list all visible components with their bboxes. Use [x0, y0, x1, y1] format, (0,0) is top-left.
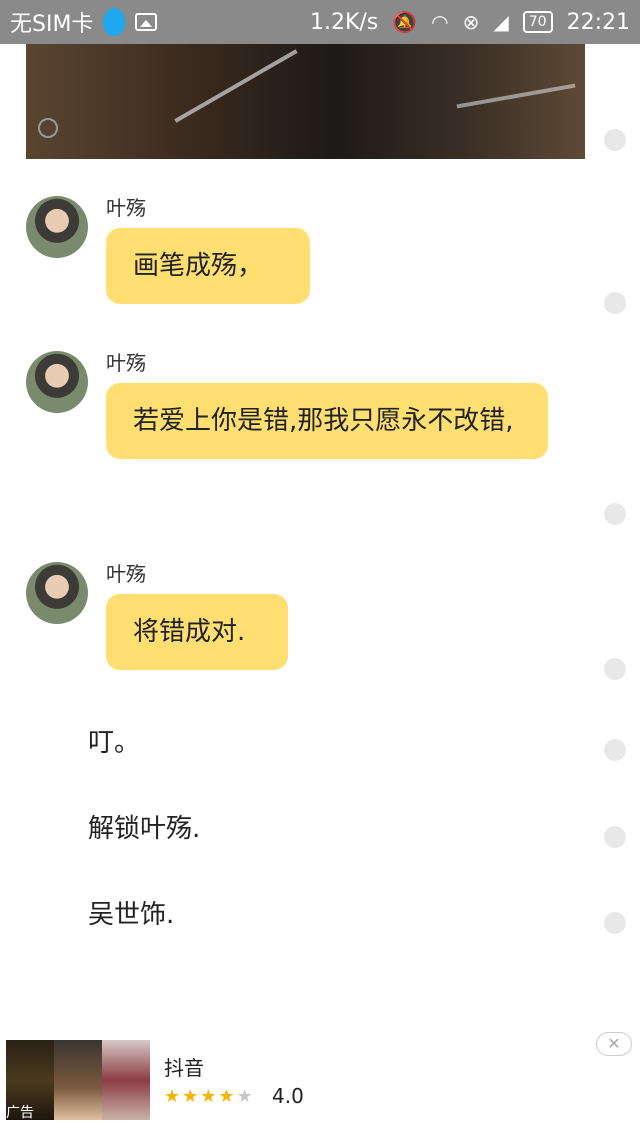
close-ad-button[interactable]: ✕	[596, 1032, 632, 1056]
wifi-icon: ◠	[431, 10, 449, 34]
sender-name: 叶殇	[106, 562, 146, 586]
rating-value: 4.0	[272, 1084, 304, 1108]
mute-icon: 🔕	[392, 10, 418, 34]
sender-name: 叶殇	[106, 196, 146, 220]
signal-icon: ◢	[493, 10, 509, 34]
status-bar: 无SIM卡 1.2K/s 🔕 ◠ ⊗ ◢ 70 22:21	[0, 0, 640, 44]
select-dot[interactable]	[604, 658, 626, 680]
image-detail	[174, 49, 298, 123]
star-empty-icon: ★	[236, 1086, 255, 1107]
ad-thumbnail	[102, 1040, 150, 1120]
gallery-icon	[135, 13, 158, 31]
avatar[interactable]	[26, 562, 88, 624]
message-bubble[interactable]: 将错成对.	[106, 594, 288, 670]
image-detail	[456, 83, 576, 109]
ad-label: 广告	[6, 1105, 34, 1121]
select-dot[interactable]	[604, 739, 626, 761]
network-speed: 1.2K/s	[309, 9, 379, 35]
rating-stars: ★★★★★	[164, 1086, 255, 1107]
select-dot[interactable]	[604, 129, 626, 151]
star-filled-icon: ★★★★	[164, 1086, 237, 1107]
avatar[interactable]	[26, 196, 88, 258]
qq-icon	[103, 8, 126, 36]
select-dot[interactable]	[604, 912, 626, 934]
select-dot[interactable]	[604, 503, 626, 525]
message-bubble[interactable]: 画笔成殇，	[106, 228, 310, 304]
ad-app-name: 抖音	[164, 1056, 204, 1080]
narration-line: 解锁叶殇.	[88, 814, 201, 844]
ad-banner[interactable]: 广告 抖音 ★★★★★ 4.0 ✕	[0, 1032, 640, 1134]
select-dot[interactable]	[604, 826, 626, 848]
message-bubble[interactable]: 若爱上你是错,那我只愿永不改错,	[106, 383, 548, 459]
avatar[interactable]	[26, 351, 88, 413]
data-icon: ⊗	[462, 10, 480, 34]
watermark-logo-icon	[38, 118, 58, 138]
battery-icon: 70	[522, 11, 553, 33]
narration-line: 吴世饰.	[88, 900, 175, 930]
ad-thumbnail	[54, 1040, 102, 1120]
sim-status: 无SIM卡	[10, 12, 94, 37]
chat-image[interactable]	[26, 44, 585, 159]
narration-line: 叮。	[88, 728, 141, 758]
sender-name: 叶殇	[106, 351, 146, 375]
select-dot[interactable]	[604, 292, 626, 314]
clock: 22:21	[566, 9, 630, 35]
